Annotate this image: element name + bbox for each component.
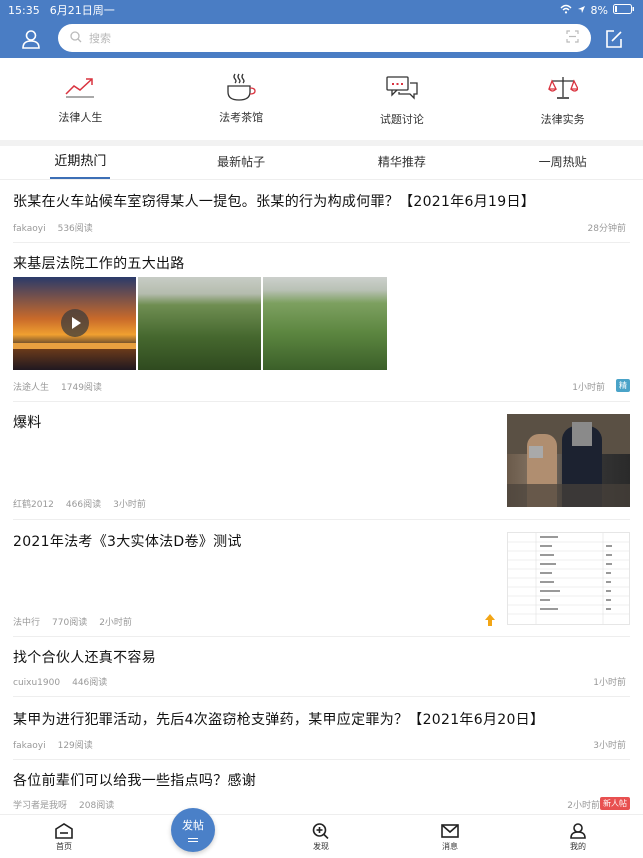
category-label: 试题讨论 [379, 113, 424, 126]
category-law-life[interactable]: 法律人生 [0, 58, 161, 140]
tab-latest-posts[interactable]: 最新帖子 [161, 146, 322, 179]
status-time: 15:35 [8, 3, 40, 17]
category-practice[interactable]: 法律实务 [482, 58, 643, 140]
post-image[interactable] [507, 414, 630, 507]
post-title[interactable]: 张某在火车站候车室窃得某人一提包。张某的行为构成何罪？【2021年6月19日】 [13, 191, 630, 211]
divider [13, 242, 630, 243]
divider [13, 401, 630, 402]
post-meta: cuixu1900 446阅读 [13, 675, 119, 688]
tab-featured[interactable]: 精华推荐 [322, 146, 483, 179]
status-bar: 15:35 6月21日周一 8% [0, 0, 643, 20]
post-reads: 466阅读 [65, 500, 102, 510]
bottom-tab-bar: 首页 发现 消息 我的 [0, 814, 643, 858]
tab-recent-hot[interactable]: 近期热门 [0, 146, 161, 179]
post-time: 3小时前 [113, 500, 146, 510]
category-label: 法律实务 [540, 113, 585, 126]
post-time: 1小时前 [593, 678, 626, 688]
post-author: fakaoyi [13, 741, 46, 751]
battery-icon [613, 3, 635, 17]
scales-icon [547, 76, 579, 103]
profile-icon [548, 823, 608, 839]
search-input[interactable]: 搜索 [58, 24, 591, 52]
post-author: 法中行 [13, 618, 41, 628]
category-exam-discussion[interactable]: 试题讨论 [322, 58, 483, 140]
post-time: 1小时前 [572, 383, 605, 393]
tab-discover[interactable]: 发现 [291, 823, 351, 852]
post-reads: 770阅读 [52, 618, 88, 628]
compose-icon[interactable] [604, 29, 624, 53]
post-meta: 学习者是我呀 208阅读 [13, 798, 126, 811]
post-meta: 法中行 770阅读 2小时前 [13, 615, 144, 628]
tab-label: 首页 [56, 842, 72, 851]
coffee-cup-icon [225, 72, 257, 105]
feed-tabs: 近期热门 最新帖子 精华推荐 一周热贴 [0, 146, 643, 180]
trend-chart-icon [65, 76, 95, 101]
home-icon [34, 823, 94, 839]
create-post-button[interactable]: 发帖 [171, 808, 215, 852]
location-icon [577, 4, 586, 17]
post-meta: 红鹤2012 466阅读 3小时前 [13, 497, 158, 510]
top-header: 搜索 [0, 20, 643, 58]
post-image[interactable] [138, 277, 261, 370]
post-reads: 536阅读 [57, 224, 93, 234]
post-title[interactable]: 2021年法考《3大实体法D卷》测试 [13, 531, 242, 551]
search-placeholder: 搜索 [89, 32, 111, 45]
battery-percent: 8% [590, 3, 608, 17]
post-title[interactable]: 来基层法院工作的五大出路 [13, 253, 185, 273]
tab-home[interactable]: 首页 [34, 823, 94, 852]
post-reads: 446阅读 [72, 678, 108, 688]
search-icon [70, 30, 82, 46]
post-time: 2小时前 [99, 618, 132, 628]
divider [13, 759, 630, 760]
discover-icon [291, 823, 351, 839]
mail-icon [420, 823, 480, 839]
post-title[interactable]: 各位前辈们可以给我一些指点吗？感谢 [13, 770, 256, 790]
featured-badge: 精 [616, 379, 630, 392]
divider [13, 696, 630, 697]
post-reads: 208阅读 [79, 801, 115, 811]
post-meta: fakaoyi 129阅读 [13, 738, 105, 751]
post-title[interactable]: 某甲为进行犯罪活动，先后4次盗窃枪支弹药，某甲应定罪为？【2021年6月20日】 [13, 709, 630, 729]
post-meta: fakaoyi 536阅读 [13, 221, 105, 234]
tab-label: 发现 [313, 842, 329, 851]
post-image[interactable] [507, 532, 630, 625]
tab-messages[interactable]: 消息 [420, 823, 480, 852]
post-author: fakaoyi [13, 224, 46, 234]
post-author: 学习者是我呀 [13, 801, 68, 811]
video-thumbnail[interactable] [13, 277, 136, 370]
divider [13, 519, 630, 520]
chat-bubbles-icon [386, 76, 418, 103]
wifi-icon [560, 4, 572, 17]
post-image[interactable] [263, 277, 387, 370]
post-author: 红鹤2012 [13, 500, 54, 510]
post-title[interactable]: 找个合伙人还真不容易 [13, 647, 156, 667]
pinned-top-icon [484, 612, 496, 631]
divider [13, 636, 630, 637]
post-author: cuixu1900 [13, 678, 61, 688]
tab-label: 消息 [442, 842, 458, 851]
category-bar: 法律人生 法考茶馆 试题讨论 法律实务 [0, 58, 643, 140]
category-label: 法考茶馆 [219, 111, 264, 124]
post-button-label: 发帖 [182, 819, 204, 832]
post-time: 3小时前 [593, 741, 626, 751]
user-icon[interactable] [21, 29, 41, 53]
tab-weekly-hot[interactable]: 一周热贴 [482, 146, 643, 179]
scan-icon[interactable] [566, 30, 579, 46]
newbie-badge: 新人帖 [600, 797, 630, 810]
category-teahouse[interactable]: 法考茶馆 [161, 58, 322, 140]
post-reads: 129阅读 [57, 741, 93, 751]
post-author: 法途人生 [13, 383, 50, 393]
tab-me[interactable]: 我的 [548, 823, 608, 852]
status-date: 6月21日周一 [49, 4, 115, 17]
post-reads: 1749阅读 [61, 383, 102, 393]
play-icon[interactable] [61, 309, 89, 337]
post-title[interactable]: 爆料 [13, 412, 42, 432]
post-time: 2小时前 [567, 801, 600, 811]
post-meta: 法途人生 1749阅读 [13, 380, 114, 393]
tab-label: 我的 [570, 842, 586, 851]
category-label: 法律人生 [58, 111, 103, 124]
post-time: 28分钟前 [587, 224, 626, 234]
